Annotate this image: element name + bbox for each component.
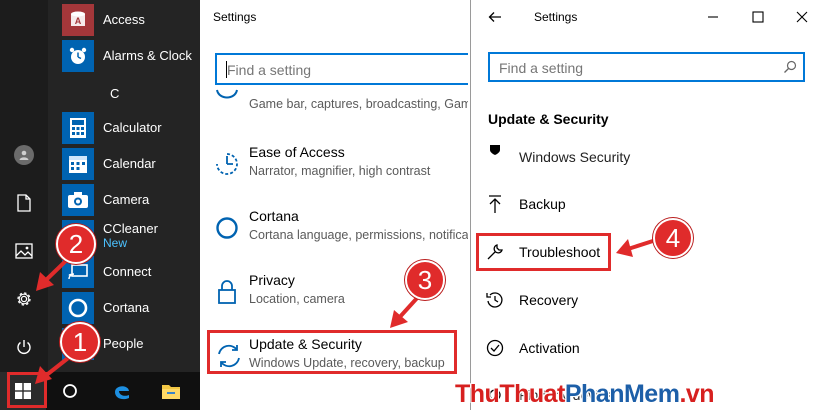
document-icon xyxy=(17,194,31,212)
nav-item-label: Backup xyxy=(519,196,566,212)
new-badge: New xyxy=(103,236,128,250)
app-item-camera[interactable]: Camera xyxy=(48,182,200,218)
user-avatar-icon xyxy=(14,145,34,165)
settings-gear-icon xyxy=(17,292,31,306)
window-title: Settings xyxy=(534,10,578,24)
search-placeholder: Find a setting xyxy=(499,60,584,76)
minimize-icon xyxy=(708,16,718,18)
privacy-lock-icon xyxy=(213,278,241,306)
start-rail xyxy=(0,0,48,372)
app-label: Calculator xyxy=(103,120,162,135)
step-2-badge: 2 xyxy=(56,224,96,264)
settings-item-desc: Game bar, captures, broadcasting, Game M… xyxy=(249,97,468,111)
pictures-icon xyxy=(15,243,33,259)
gaming-icon xyxy=(213,84,241,112)
settings-button[interactable] xyxy=(0,275,48,323)
search-input[interactable]: Find a setting xyxy=(488,52,805,82)
user-avatar-button[interactable] xyxy=(0,131,48,179)
calendar-icon xyxy=(62,148,94,180)
app-label: Access xyxy=(103,12,145,27)
edge-taskbar-button[interactable] xyxy=(99,372,145,410)
maximize-icon xyxy=(752,11,764,23)
settings-item-cortana[interactable]: Cortana Cortana language, permissions, n… xyxy=(201,202,468,262)
start-menu: A Access Alarms & Clock C Calculator Cal… xyxy=(0,0,200,410)
activation-check-icon xyxy=(485,338,505,358)
watermark-part-1: ThuThuat xyxy=(455,380,565,408)
watermark: ThuThuatPhanMem.vn xyxy=(455,380,715,409)
app-list: A Access Alarms & Clock C Calculator Cal… xyxy=(48,0,200,372)
calculator-icon xyxy=(62,112,94,144)
nav-item-label: Windows Security xyxy=(519,149,631,165)
search-input[interactable]: Find a setting xyxy=(215,53,468,85)
power-icon xyxy=(17,340,31,354)
app-label: Cortana xyxy=(103,300,150,315)
pictures-button[interactable] xyxy=(0,227,48,275)
file-explorer-taskbar-button[interactable] xyxy=(148,372,194,410)
app-item-access[interactable]: A Access xyxy=(48,2,200,38)
back-button[interactable] xyxy=(481,4,509,30)
search-placeholder: Find a setting xyxy=(227,62,312,78)
app-item-calendar[interactable]: Calendar xyxy=(48,146,200,182)
settings-item-title: Privacy xyxy=(249,272,295,288)
edge-browser-icon xyxy=(115,386,129,400)
access-icon: A xyxy=(62,4,94,36)
settings-item-desc: Location, camera xyxy=(249,292,345,306)
settings-item-ease-of-access[interactable]: Ease of Access Narrator, magnifier, high… xyxy=(201,138,468,198)
section-title: Update & Security xyxy=(488,111,609,127)
step-3-badge: 3 xyxy=(405,260,445,300)
app-label: CCleaner xyxy=(103,221,158,236)
settings-item-title: Ease of Access xyxy=(249,144,345,160)
ease-of-access-icon xyxy=(213,150,241,178)
backup-arrow-icon xyxy=(485,194,505,214)
step-1-badge: 1 xyxy=(60,322,100,362)
nav-item-recovery[interactable]: Recovery xyxy=(471,283,816,317)
app-item-cortana[interactable]: Cortana xyxy=(48,290,200,326)
watermark-part-3: .vn xyxy=(679,380,715,408)
close-button[interactable] xyxy=(788,4,816,30)
watermark-part-2: PhanMem xyxy=(564,380,680,408)
search-circle-icon xyxy=(63,384,77,398)
camera-icon xyxy=(62,184,94,216)
alarm-clock-icon xyxy=(62,40,94,72)
file-explorer-icon xyxy=(162,385,180,399)
documents-button[interactable] xyxy=(0,179,48,227)
minimize-button[interactable] xyxy=(699,4,727,30)
settings-item-desc: Cortana language, permissions, notificat… xyxy=(249,228,468,242)
power-button[interactable] xyxy=(0,323,48,371)
app-item-alarms[interactable]: Alarms & Clock xyxy=(48,38,200,74)
back-arrow-icon xyxy=(488,12,501,22)
nav-item-label: Activation xyxy=(519,340,580,356)
app-label: Calendar xyxy=(103,156,156,171)
search-taskbar-button[interactable] xyxy=(47,372,93,410)
highlight-update-security xyxy=(207,330,457,374)
app-label: Camera xyxy=(103,192,150,207)
highlight-start-button xyxy=(7,372,47,408)
cortana-ring-icon xyxy=(213,214,241,242)
nav-item-backup[interactable]: Backup xyxy=(471,187,816,221)
highlight-troubleshoot xyxy=(476,233,611,271)
title-bar: Settings xyxy=(471,0,816,34)
nav-item-windows-security[interactable]: Windows Security xyxy=(471,140,816,174)
app-label: Connect xyxy=(103,264,152,279)
settings-item-desc: Narrator, magnifier, high contrast xyxy=(249,164,431,178)
step-4-badge: 4 xyxy=(653,218,693,258)
app-label: People xyxy=(103,336,144,351)
search-icon xyxy=(784,60,797,73)
maximize-button[interactable] xyxy=(744,4,772,30)
update-security-window: Settings Find a setting Update & Securit… xyxy=(470,0,816,410)
settings-item-title: Cortana xyxy=(249,208,299,224)
shield-icon xyxy=(485,140,505,160)
close-icon xyxy=(796,11,808,23)
svg-text:A: A xyxy=(75,16,82,26)
window-title: Settings xyxy=(213,10,257,24)
letter-header[interactable]: C xyxy=(110,86,119,101)
app-label: Alarms & Clock xyxy=(103,48,192,63)
cortana-icon xyxy=(62,292,94,324)
settings-item-gaming[interactable]: Game bar, captures, broadcasting, Game M… xyxy=(201,86,468,146)
recovery-icon xyxy=(485,290,505,310)
nav-item-activation[interactable]: Activation xyxy=(471,331,816,365)
screenshot-root: A Access Alarms & Clock C Calculator Cal… xyxy=(0,0,816,410)
nav-item-label: Recovery xyxy=(519,292,579,308)
app-item-calculator[interactable]: Calculator xyxy=(48,110,200,146)
